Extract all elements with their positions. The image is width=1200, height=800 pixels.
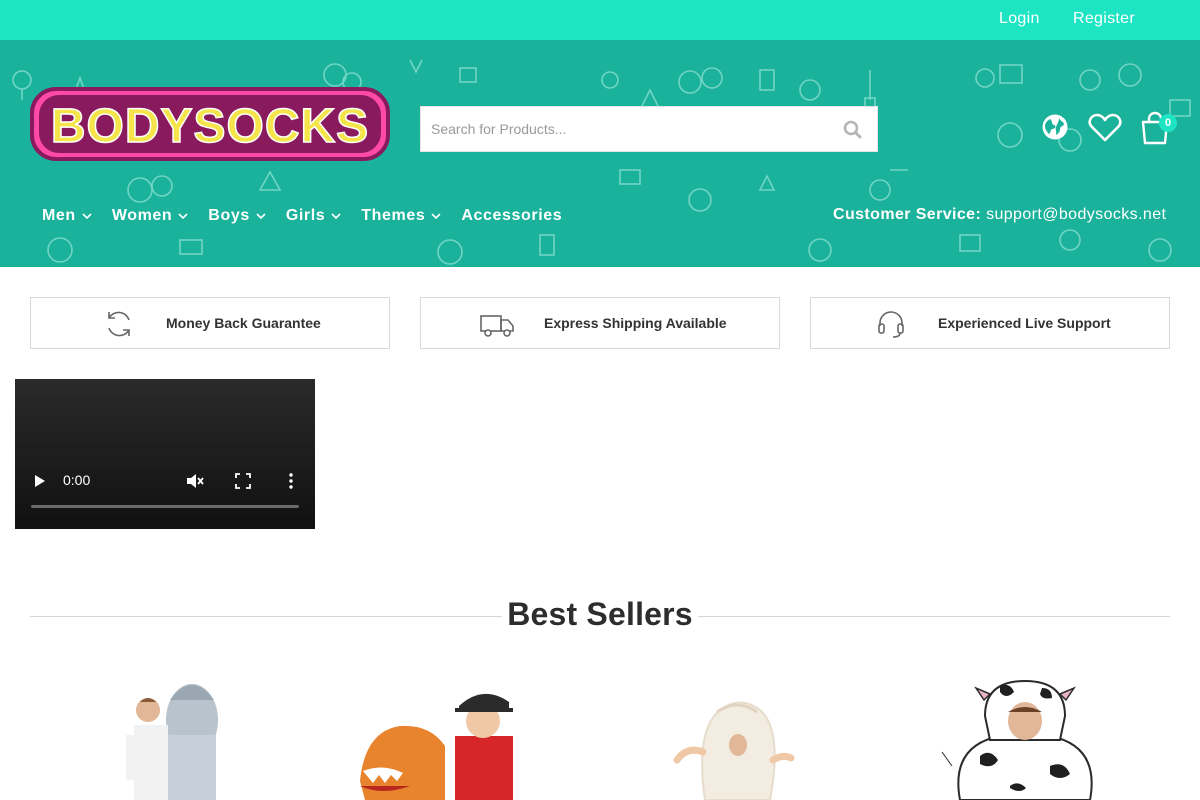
customer-service: Customer Service: support@bodysocks.net xyxy=(833,206,1166,224)
feature-text: Money Back Guarantee xyxy=(166,315,321,331)
nav-item-label: Themes xyxy=(361,207,426,224)
play-icon[interactable] xyxy=(33,473,47,489)
headset-icon xyxy=(878,311,904,338)
customer-service-email[interactable]: support@bodysocks.net xyxy=(986,206,1166,223)
main-nav: Men Women Boys Girls Themes Accessories xyxy=(42,205,582,227)
more-options-icon[interactable] xyxy=(285,472,297,490)
mute-icon[interactable] xyxy=(185,472,205,490)
product-image-dumpling[interactable] xyxy=(665,690,805,800)
globe-icon[interactable] xyxy=(1041,113,1069,141)
nav-item-girls[interactable]: Girls xyxy=(286,205,341,227)
feature-text: Express Shipping Available xyxy=(544,315,727,331)
truck-icon xyxy=(480,315,514,337)
nav-item-label: Women xyxy=(111,207,173,224)
product-image-dinosaur[interactable] xyxy=(355,686,525,800)
chevron-down-icon xyxy=(256,213,266,220)
video-player[interactable]: 0:00 xyxy=(15,379,315,529)
video-progress-bar[interactable] xyxy=(31,505,299,508)
best-sellers-title: Best Sellers xyxy=(507,596,693,632)
nav-item-accessories[interactable]: Accessories xyxy=(461,205,562,227)
bodysocks-logo[interactable]: BODYSOCKS xyxy=(30,87,390,161)
feature-money-back: Money Back Guarantee xyxy=(30,297,390,349)
feature-express-shipping: Express Shipping Available xyxy=(420,297,780,349)
search-icon[interactable] xyxy=(841,118,865,142)
product-image-cow[interactable] xyxy=(940,676,1110,800)
login-link[interactable]: Login xyxy=(999,10,1040,28)
site-header: BODYSOCKS 0 Men Women Boys xyxy=(0,40,1200,267)
fullscreen-icon[interactable] xyxy=(235,473,251,489)
chevron-down-icon xyxy=(178,213,188,220)
nav-item-label: Accessories xyxy=(461,207,563,224)
feature-text: Experienced Live Support xyxy=(938,315,1111,331)
chevron-down-icon xyxy=(331,213,341,220)
search-box xyxy=(420,106,878,152)
nav-item-women[interactable]: Women xyxy=(112,205,188,227)
feature-live-support: Experienced Live Support xyxy=(810,297,1170,349)
customer-service-label: Customer Service: xyxy=(833,206,982,223)
search-input[interactable] xyxy=(421,107,831,151)
nav-item-label: Boys xyxy=(208,207,250,224)
chevron-down-icon xyxy=(431,213,441,220)
video-time: 0:00 xyxy=(63,472,91,488)
register-link[interactable]: Register xyxy=(1073,10,1135,28)
heart-icon[interactable] xyxy=(1088,113,1122,143)
nav-item-boys[interactable]: Boys xyxy=(208,205,266,227)
nav-item-men[interactable]: Men xyxy=(42,205,92,227)
top-bar: Login Register xyxy=(0,0,1200,40)
logo-text: BODYSOCKS xyxy=(51,100,369,153)
refresh-icon xyxy=(108,311,130,337)
nav-item-label: Men xyxy=(42,207,76,224)
nav-item-themes[interactable]: Themes xyxy=(361,205,441,227)
product-image-rocket[interactable] xyxy=(110,680,240,800)
cart-count-badge: 0 xyxy=(1159,114,1177,132)
chevron-down-icon xyxy=(82,213,92,220)
nav-item-label: Girls xyxy=(285,207,326,224)
